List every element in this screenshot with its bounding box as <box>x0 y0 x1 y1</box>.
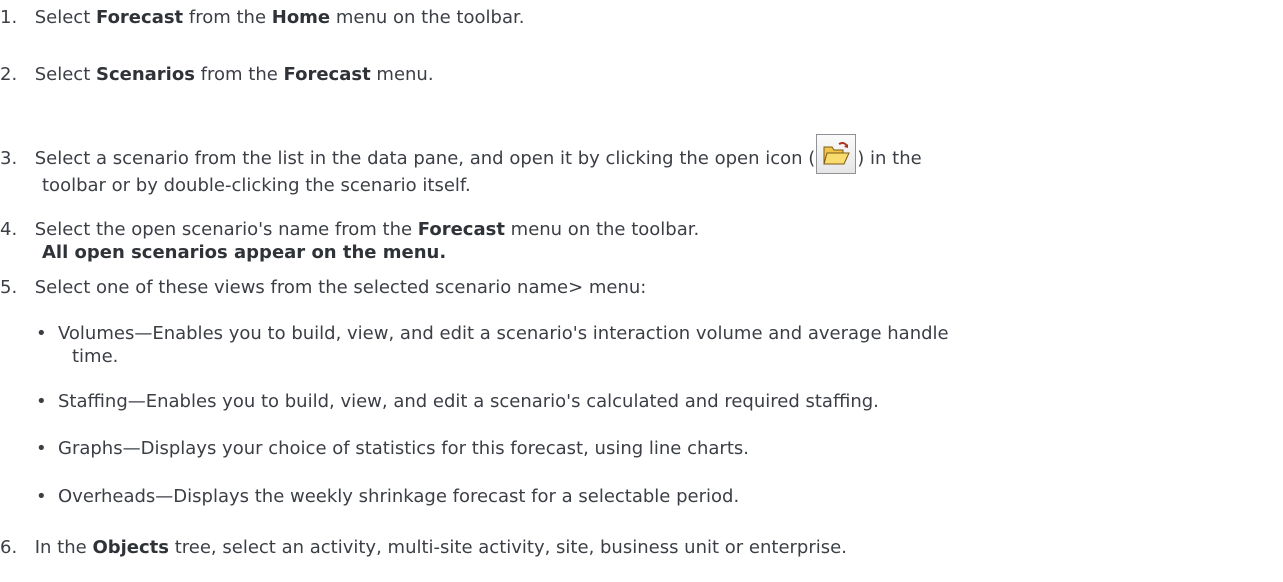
step-text: Select a scenario from the list in the d… <box>30 134 922 174</box>
step-text: Select one of these views from the selec… <box>34 277 647 298</box>
list-item: • Overheads—Displays the weekly shrinkage… <box>36 485 1276 508</box>
step-text: Select Forecast from the Home menu on th… <box>34 7 525 28</box>
ui-term-scenarios: Scenarios <box>96 64 195 85</box>
ui-term-home: Home <box>271 7 331 28</box>
step-text: Select the open scenario's name from the… <box>34 219 700 240</box>
step-1: 1. Select Forecast from the Home menu on… <box>0 6 1283 29</box>
step-text: In the Objects tree, select an activity,… <box>34 537 847 558</box>
bullet-text: Volumes—Enables you to build, view, and … <box>58 323 949 344</box>
ui-term-forecast: Forecast <box>96 7 184 28</box>
bullet-text: Overheads—Displays the weekly shrinkage … <box>58 486 740 507</box>
step-number: 4. <box>0 219 18 240</box>
ui-term-forecast: Forecast <box>283 64 371 85</box>
step-note: All open scenarios appear on the menu. <box>42 242 447 263</box>
step-3: 3. Select a scenario from the list in th… <box>0 134 1283 197</box>
step-6: 6. In the Objects tree, select an activi… <box>0 536 1283 559</box>
bullet-dot: • <box>36 486 47 507</box>
bullet-dot: • <box>36 391 47 412</box>
bullet-text: Graphs—Displays your choice of statistic… <box>58 438 749 459</box>
bullet-text-continued: time. <box>72 346 119 367</box>
bullet-dot: • <box>36 438 47 459</box>
step-text: Select Scenarios from the Forecast menu. <box>34 64 434 85</box>
step-number: 2. <box>0 64 18 85</box>
step-number: 1. <box>0 7 18 28</box>
step-4: 4. Select the open scenario's name from … <box>0 218 1283 264</box>
ui-term-objects: Objects <box>92 537 169 558</box>
step-number: 5. <box>0 277 18 298</box>
list-item: • Staffing—Enables you to build, view, an… <box>36 390 1276 413</box>
ui-term-forecast: Forecast <box>417 219 505 240</box>
step-5: 5. Select one of these views from the se… <box>0 276 1283 299</box>
bullet-text: Staffing—Enables you to build, view, and… <box>58 391 879 412</box>
list-item: • Graphs—Displays your choice of statisti… <box>36 437 1276 460</box>
bullet-dot: • <box>36 323 47 344</box>
list-item: • Volumes—Enables you to build, view, and… <box>36 322 1276 368</box>
step-2: 2. Select Scenarios from the Forecast me… <box>0 63 1283 86</box>
step-number: 6. <box>0 537 18 558</box>
open-folder-icon <box>816 134 857 174</box>
step-text-continued: toolbar or by double-clicking the scenar… <box>42 175 471 196</box>
step-number: 3. <box>0 148 18 169</box>
